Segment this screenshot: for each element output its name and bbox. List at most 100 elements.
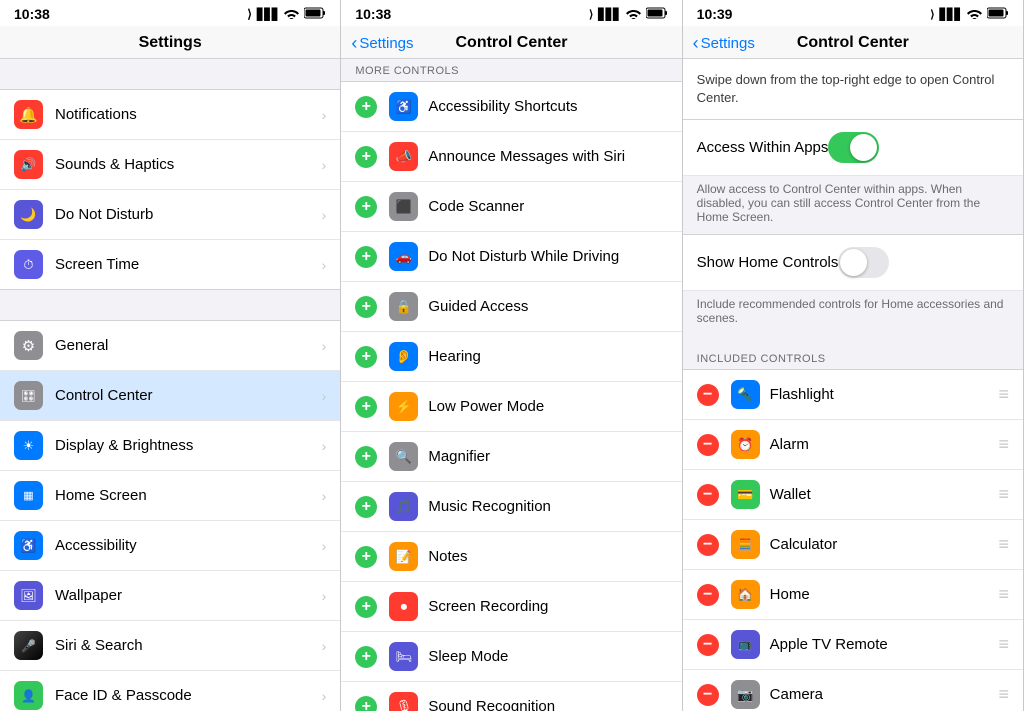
add-music-btn[interactable]: + [355, 496, 377, 518]
more-controls-label: MORE CONTROLS [341, 59, 681, 81]
toggle-knob-1 [850, 134, 877, 161]
reorder-calculator[interactable]: ≡ [998, 534, 1009, 555]
location-icon-1: ⟩ [247, 7, 252, 21]
notifications-icon: 🔔 [14, 100, 43, 129]
settings-item-faceid[interactable]: 👤 Face ID & Passcode › [0, 671, 340, 711]
more-item-dnd-driving[interactable]: + 🚗 Do Not Disturb While Driving [341, 232, 681, 282]
add-dnd-btn[interactable]: + [355, 246, 377, 268]
settings-item-display[interactable]: ☀ Display & Brightness › [0, 421, 340, 471]
hearing-icon: 👂 [389, 342, 418, 371]
included-calculator[interactable]: − 🧮 Calculator ≡ [683, 520, 1023, 570]
sounds-label: Sounds & Haptics [55, 156, 322, 173]
more-item-codescanner[interactable]: + ⬛ Code Scanner [341, 182, 681, 232]
reorder-home[interactable]: ≡ [998, 584, 1009, 605]
back-label-2: Settings [359, 35, 413, 52]
codescanner-icon: ⬛ [389, 192, 418, 221]
add-guided-btn[interactable]: + [355, 296, 377, 318]
accessibility-chevron: › [322, 538, 327, 554]
more-item-hearing[interactable]: + 👂 Hearing [341, 332, 681, 382]
more-item-sleep[interactable]: + 🛏 Sleep Mode [341, 632, 681, 682]
accessibility-shortcuts-icon: ♿ [389, 92, 418, 121]
reorder-alarm[interactable]: ≡ [998, 434, 1009, 455]
remove-alarm-btn[interactable]: − [697, 434, 719, 456]
screenrec-label: Screen Recording [428, 598, 667, 615]
remove-home-btn[interactable]: − [697, 584, 719, 606]
battery-icon-1 [304, 7, 326, 22]
included-section-header: INCLUDED CONTROLS [683, 335, 1023, 369]
lowpower-icon: ⚡ [389, 392, 418, 421]
settings-item-dnd[interactable]: 🌙 Do Not Disturb › [0, 190, 340, 240]
settings-item-screentime[interactable]: ⏱ Screen Time › [0, 240, 340, 289]
more-item-magnifier[interactable]: + 🔍 Magnifier [341, 432, 681, 482]
remove-camera-btn[interactable]: − [697, 684, 719, 706]
access-within-apps-desc: Allow access to Control Center within ap… [683, 176, 1023, 234]
access-within-apps-toggle[interactable] [828, 132, 879, 163]
dnd-icon: 🌙 [14, 200, 43, 229]
included-camera[interactable]: − 📷 Camera ≡ [683, 670, 1023, 711]
more-item-accessibility[interactable]: + ♿ Accessibility Shortcuts [341, 82, 681, 132]
included-flashlight[interactable]: − 🔦 Flashlight ≡ [683, 370, 1023, 420]
reorder-wallet[interactable]: ≡ [998, 484, 1009, 505]
show-home-controls-row: Show Home Controls [683, 234, 1023, 291]
siri-chevron: › [322, 638, 327, 654]
included-wallet[interactable]: − 💳 Wallet ≡ [683, 470, 1023, 520]
show-home-controls-label: Show Home Controls [697, 254, 839, 271]
notes-label: Notes [428, 548, 667, 565]
remove-calculator-btn[interactable]: − [697, 534, 719, 556]
reorder-camera[interactable]: ≡ [998, 684, 1009, 705]
add-sound-btn[interactable]: + [355, 696, 377, 711]
add-hearing-btn[interactable]: + [355, 346, 377, 368]
remove-flashlight-btn[interactable]: − [697, 384, 719, 406]
sleep-icon: 🛏 [389, 642, 418, 671]
settings-panel: 10:38 ⟩ ▋▋▋ Settings 🔔 Notifications › [0, 0, 341, 711]
controlcenter-label: Control Center [55, 387, 322, 404]
more-item-notes[interactable]: + 📝 Notes [341, 532, 681, 582]
remove-wallet-btn[interactable]: − [697, 484, 719, 506]
announce-icon: 📣 [389, 142, 418, 171]
display-label: Display & Brightness [55, 437, 322, 454]
back-button-3[interactable]: ‹ Settings [693, 33, 755, 54]
add-announce-btn[interactable]: + [355, 146, 377, 168]
included-home[interactable]: − 🏠 Home ≡ [683, 570, 1023, 620]
cc-content-2: MORE CONTROLS + ♿ Accessibility Shortcut… [341, 59, 681, 711]
settings-item-general[interactable]: ⚙ General › [0, 321, 340, 371]
signal-icon-3: ▋▋▋ [940, 8, 962, 21]
remove-appletv-btn[interactable]: − [697, 634, 719, 656]
reorder-flashlight[interactable]: ≡ [998, 384, 1009, 405]
more-item-guided[interactable]: + 🔒 Guided Access [341, 282, 681, 332]
access-within-apps-label: Access Within Apps [697, 139, 829, 156]
more-item-announce[interactable]: + 📣 Announce Messages with Siri [341, 132, 681, 182]
add-accessibility-btn[interactable]: + [355, 96, 377, 118]
more-item-sound[interactable]: + 🎙 Sound Recognition [341, 682, 681, 711]
add-sleep-btn[interactable]: + [355, 646, 377, 668]
included-appletv[interactable]: − 📺 Apple TV Remote ≡ [683, 620, 1023, 670]
settings-item-homescreen[interactable]: ▦ Home Screen › [0, 471, 340, 521]
settings-item-notifications[interactable]: 🔔 Notifications › [0, 90, 340, 140]
more-item-music[interactable]: + 🎵 Music Recognition [341, 482, 681, 532]
dnd-chevron: › [322, 207, 327, 223]
add-screenrec-btn[interactable]: + [355, 596, 377, 618]
dnd-driving-label: Do Not Disturb While Driving [428, 248, 667, 265]
back-chevron-3: ‹ [693, 33, 699, 54]
settings-item-siri[interactable]: 🎤 Siri & Search › [0, 621, 340, 671]
add-codescanner-btn[interactable]: + [355, 196, 377, 218]
time-2: 10:38 [355, 6, 391, 22]
settings-item-accessibility[interactable]: ♿ Accessibility › [0, 521, 340, 571]
included-alarm[interactable]: − ⏰ Alarm ≡ [683, 420, 1023, 470]
show-home-controls-toggle[interactable] [838, 247, 889, 278]
cc-content-3: Swipe down from the top-right edge to op… [683, 59, 1023, 711]
add-magnifier-btn[interactable]: + [355, 446, 377, 468]
reorder-appletv[interactable]: ≡ [998, 634, 1009, 655]
settings-item-wallpaper[interactable]: 🖼 Wallpaper › [0, 571, 340, 621]
add-notes-btn[interactable]: + [355, 546, 377, 568]
notes-icon: 📝 [389, 542, 418, 571]
cc-title-2: Control Center [455, 34, 567, 52]
more-item-screenrecording[interactable]: + ⏺ Screen Recording [341, 582, 681, 632]
more-item-lowpower[interactable]: + ⚡ Low Power Mode [341, 382, 681, 432]
access-within-apps-row: Access Within Apps [683, 120, 1023, 176]
settings-item-sounds[interactable]: 🔊 Sounds & Haptics › [0, 140, 340, 190]
settings-item-controlcenter[interactable]: 🎛 Control Center › [0, 371, 340, 421]
add-lowpower-btn[interactable]: + [355, 396, 377, 418]
wallpaper-icon: 🖼 [14, 581, 43, 610]
back-button-2[interactable]: ‹ Settings [351, 33, 413, 54]
